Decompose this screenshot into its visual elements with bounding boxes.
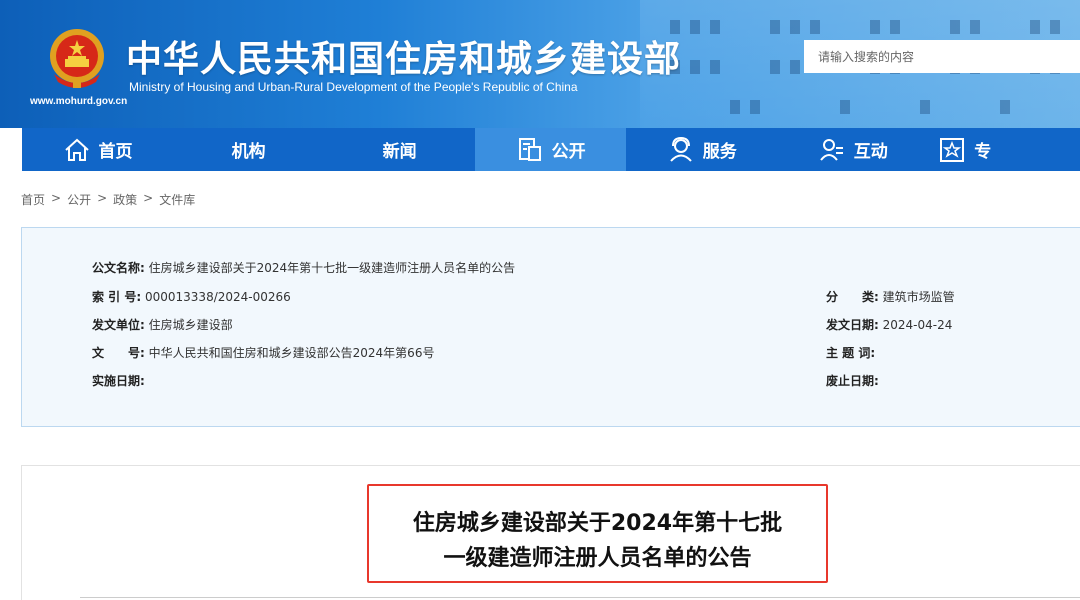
main-nav: 首页 机构 新闻 公开 服务 互动 专 [22,128,1080,171]
index-value: 000013338/2024-00266 [144,290,291,304]
nav-item-institution[interactable]: 机构 [173,128,324,171]
article-title-line-1: 住房城乡建设部关于2024年第十七批 [412,511,783,536]
doc-no-value: 中华人民共和国住房和城乡建设部公告2024年第66号 [148,346,435,360]
nav-item-home[interactable]: 首页 [22,128,173,171]
repeal-label: 废止日期: [826,374,879,388]
nav-item-special[interactable]: 专 [928,128,1080,171]
issuer-label: 发文单位: [92,318,145,332]
national-emblem-icon [50,29,104,88]
search-input[interactable] [804,40,1080,73]
effective-label: 实施日期: [92,374,145,388]
breadcrumb: 首页 > 公开 > 政策 > 文件库 [21,191,195,208]
date-row: 发文日期: 2024-04-24 [826,316,952,333]
doc-no-label: 文 号: [92,346,145,360]
interact-icon [818,136,846,164]
document-icon [516,136,544,164]
nav-label: 专 [974,142,992,162]
doc-name-label: 公文名称: [92,261,145,275]
site-url[interactable]: www.mohurd.gov.cn [30,96,127,107]
subject-label: 主 题 词: [826,346,876,360]
nav-label: 机构 [231,142,266,162]
nav-item-service[interactable]: 服务 [626,128,777,171]
nav-item-news[interactable]: 新闻 [324,128,475,171]
site-subtitle: Ministry of Housing and Urban-Rural Deve… [129,80,578,94]
category-value: 建筑市场监管 [882,290,955,304]
nav-item-interact[interactable]: 互动 [777,128,928,171]
repeal-row: 废止日期: [826,372,879,389]
date-label: 发文日期: [826,318,879,332]
issuer-row: 发文单位: 住房城乡建设部 [92,316,233,333]
site-title: 中华人民共和国住房和城乡建设部 [126,39,682,80]
breadcrumb-policy[interactable]: 政策 [113,191,137,208]
category-label: 分 类: [826,290,879,304]
article-divider [80,597,1080,598]
nav-label: 新闻 [382,142,417,162]
breadcrumb-separator: > [97,191,108,205]
doc-name-row: 公文名称: 住房城乡建设部关于2024年第十七批一级建造师注册人员名单的公告 [92,259,515,276]
subject-row: 主 题 词: [826,344,875,361]
date-value: 2024-04-24 [882,318,953,332]
service-icon [667,136,695,164]
breadcrumb-public[interactable]: 公开 [67,191,91,208]
breadcrumb-library[interactable]: 文件库 [159,191,195,208]
doc-name-value: 住房城乡建设部关于2024年第十七批一级建造师注册人员名单的公告 [148,261,516,275]
doc-no-row: 文 号: 中华人民共和国住房和城乡建设部公告2024年第66号 [92,344,434,361]
nav-item-public[interactable]: 公开 [475,128,627,171]
article-title-line-2: 一级建造师注册人员名单的公告 [443,546,752,571]
site-header: 中华人民共和国住房和城乡建设部 Ministry of Housing and … [0,0,1080,128]
home-icon [63,136,91,164]
issuer-value: 住房城乡建设部 [148,318,233,332]
breadcrumb-separator: > [51,191,62,205]
index-row: 索 引 号: 000013338/2024-00266 [92,288,291,305]
nav-label: 服务 [702,142,737,162]
breadcrumb-home[interactable]: 首页 [21,191,45,208]
category-row: 分 类: 建筑市场监管 [826,288,955,305]
nav-label: 公开 [551,142,586,162]
index-label: 索 引 号: [92,290,142,304]
star-icon [938,136,966,164]
effective-row: 实施日期: [92,372,145,389]
nav-label: 首页 [98,142,133,162]
nav-label: 互动 [853,142,888,162]
breadcrumb-separator: > [143,191,154,205]
